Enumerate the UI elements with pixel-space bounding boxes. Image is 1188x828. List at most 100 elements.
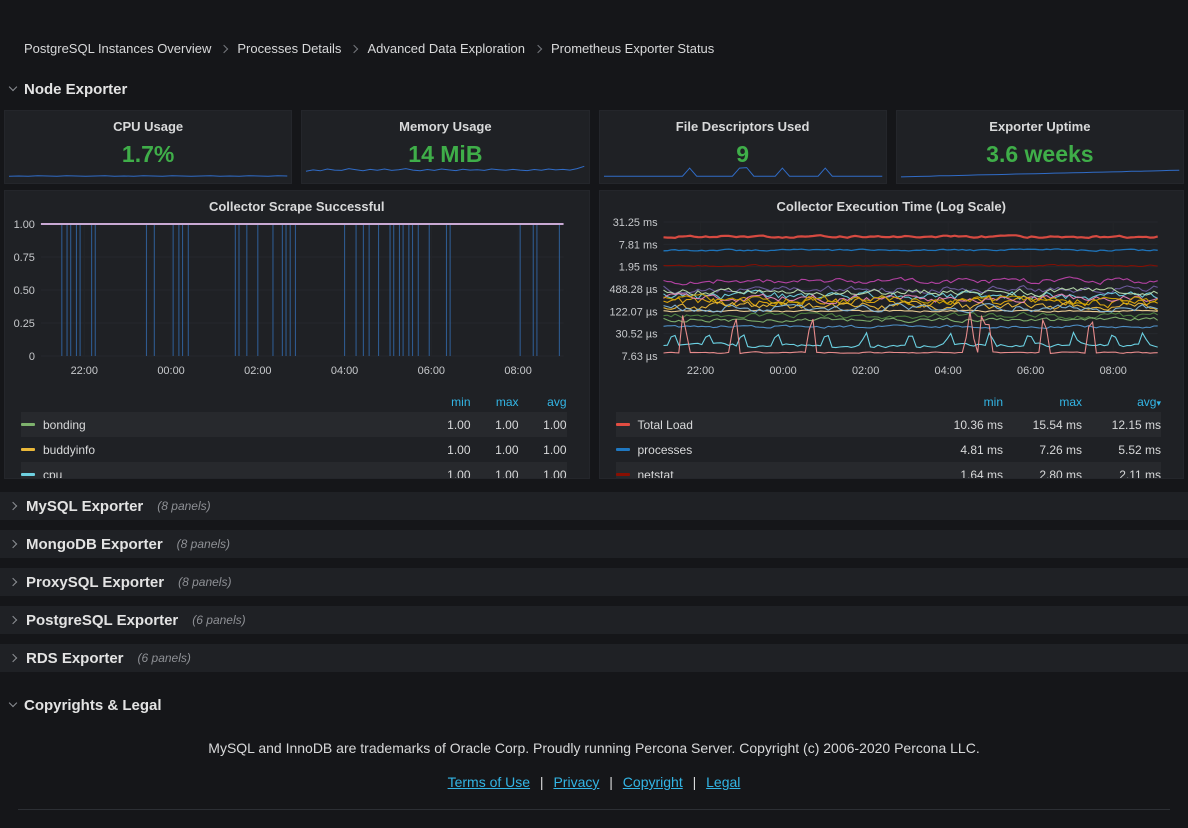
execution-time-chart-plot[interactable]: 31.25 ms7.81 ms1.95 ms488.28 µs122.07 µs… [600, 214, 1184, 390]
panel-title[interactable]: Memory Usage [302, 111, 588, 134]
panel-title[interactable]: File Descriptors Used [600, 111, 886, 134]
legend-header-row: minmaxavg [21, 392, 567, 412]
section-title: Copyrights & Legal [24, 697, 162, 714]
svg-text:488.28 µs: 488.28 µs [609, 284, 658, 296]
legend-value: 1.00 [471, 443, 519, 457]
legend-value: 7.26 ms [1003, 443, 1082, 457]
legend-sort-min[interactable]: min [423, 395, 471, 409]
svg-text:08:00: 08:00 [504, 365, 531, 377]
section-title: MongoDB Exporter [26, 536, 163, 553]
svg-text:1.95 ms: 1.95 ms [618, 262, 657, 274]
svg-text:30.52 µs: 30.52 µs [615, 329, 658, 341]
legend-value: 1.00 [423, 468, 471, 480]
legend-value: 15.54 ms [1003, 418, 1082, 432]
link-separator: | [605, 774, 616, 790]
breadcrumb-item[interactable]: Processes Details [237, 41, 341, 56]
svg-text:04:00: 04:00 [331, 365, 358, 377]
chevron-right-icon [9, 540, 17, 548]
svg-text:06:00: 06:00 [418, 365, 445, 377]
svg-text:00:00: 00:00 [769, 365, 796, 377]
legal-link-copyright[interactable]: Copyright [623, 774, 683, 790]
legend-row: bonding1.001.001.00 [21, 412, 567, 437]
panel-title[interactable]: Collector Scrape Successful [5, 191, 589, 214]
breadcrumb-separator-icon [534, 44, 542, 52]
stat-value: 9 [600, 141, 886, 168]
breadcrumb-item[interactable]: Advanced Data Exploration [367, 41, 525, 56]
series-color-icon [21, 448, 35, 451]
legal-link-legal[interactable]: Legal [706, 774, 740, 790]
link-separator: | [689, 774, 700, 790]
section-panel-count: (6 panels) [138, 651, 191, 665]
section-title: ProxySQL Exporter [26, 574, 164, 591]
svg-text:0: 0 [29, 351, 35, 363]
dashboard: PostgreSQL Instances Overview Processes D… [0, 0, 1188, 828]
legend-sort-min[interactable]: min [924, 395, 1003, 409]
legend-row: netstat1.64 ms2.80 ms2.11 ms [616, 462, 1162, 479]
chevron-right-icon [9, 616, 17, 624]
legal-links: Terms of Use | Privacy | Copyright | Leg… [4, 774, 1184, 790]
panel-title[interactable]: CPU Usage [5, 111, 291, 134]
section-row-postgresql-exporter[interactable]: PostgreSQL Exporter(6 panels) [0, 606, 1188, 634]
svg-text:0.75: 0.75 [14, 252, 35, 264]
series-color-icon [616, 473, 630, 476]
svg-text:00:00: 00:00 [157, 365, 184, 377]
svg-text:0.50: 0.50 [14, 285, 35, 297]
section-header-node-exporter[interactable]: Node Exporter [10, 79, 1184, 99]
section-row-mongodb-exporter[interactable]: MongoDB Exporter (8 panels) [0, 530, 1188, 558]
legend-sort-avg[interactable]: avg▾ [1082, 395, 1161, 409]
legend-sort-max[interactable]: max [1003, 395, 1082, 409]
svg-text:04:00: 04:00 [934, 365, 961, 377]
graph-panel-collector-execution-time-log-scale: Collector Execution Time (Log Scale)31.2… [599, 190, 1185, 479]
section-title: Node Exporter [24, 81, 127, 98]
legal-link-terms-of-use[interactable]: Terms of Use [448, 774, 530, 790]
section-panel-count: (8 panels) [177, 537, 230, 551]
stat-panel-cpu-usage: CPU Usage 1.7% [4, 110, 292, 184]
svg-text:122.07 µs: 122.07 µs [609, 306, 658, 318]
svg-text:22:00: 22:00 [71, 365, 98, 377]
stat-value: 14 MiB [302, 141, 588, 168]
stat-panel-file-descriptors-used: File Descriptors Used 9 [599, 110, 887, 184]
stat-panel-exporter-uptime: Exporter Uptime 3.6 weeks [896, 110, 1184, 184]
legend-row: buddyinfo1.001.001.00 [21, 437, 567, 462]
legend-value: 1.00 [519, 443, 567, 457]
legend-series-name[interactable]: Total Load [638, 418, 693, 432]
breadcrumb-item[interactable]: Prometheus Exporter Status [551, 41, 714, 56]
legal-link-privacy[interactable]: Privacy [553, 774, 599, 790]
section-panel-count: (6 panels) [192, 613, 245, 627]
legend-series-name[interactable]: processes [638, 443, 693, 457]
stat-value: 3.6 weeks [897, 141, 1183, 168]
legend-row: Total Load10.36 ms15.54 ms12.15 ms [616, 412, 1162, 437]
section-row-mysql-exporter[interactable]: MySQL Exporter(8 panels) [0, 492, 1188, 520]
legend-value: 1.00 [471, 468, 519, 480]
graph-panels-row: Collector Scrape Successful 1.00 0.75 0.50 0… [4, 190, 1184, 479]
svg-text:02:00: 02:00 [851, 365, 878, 377]
section-row-rds-exporter[interactable]: RDS Exporter(6 panels) [0, 644, 1188, 672]
legend-value: 1.00 [471, 418, 519, 432]
legend-sort-max[interactable]: max [471, 395, 519, 409]
legend-value: 1.00 [519, 418, 567, 432]
legend-series-name[interactable]: netstat [638, 468, 674, 480]
chevron-down-icon [9, 699, 17, 707]
stat-value: 1.7% [5, 141, 291, 168]
legend: minmaxavg▾ Total Load10.36 ms15.54 ms12.1… [600, 390, 1184, 479]
breadcrumb-separator-icon [350, 44, 358, 52]
legend-value: 1.64 ms [924, 468, 1003, 480]
legend: minmaxavgbonding1.001.001.00buddyinfo1.0… [5, 390, 589, 479]
legend-sort-avg[interactable]: avg [519, 395, 567, 409]
svg-text:7.63 µs: 7.63 µs [621, 351, 657, 363]
copyright-text: MySQL and InnoDB are trademarks of Oracl… [4, 740, 1184, 756]
section-header-copyrights-legal[interactable]: Copyrights & Legal [10, 695, 1184, 715]
scrape-chart-plot[interactable]: 1.000.750.500.25022:0000:0002:0004:0006:… [5, 214, 589, 390]
legend-value: 12.15 ms [1082, 418, 1161, 432]
legend-value: 1.00 [423, 418, 471, 432]
panel-title[interactable]: Exporter Uptime [897, 111, 1183, 134]
legend-series-name[interactable]: cpu [43, 468, 62, 480]
stat-panels-row: CPU Usage 1.7% Memory Usage 14 MiB File Desc… [4, 110, 1184, 184]
panel-title[interactable]: Collector Execution Time (Log Scale) [600, 191, 1184, 214]
chevron-down-icon [9, 83, 17, 91]
breadcrumb-item[interactable]: PostgreSQL Instances Overview [24, 41, 211, 56]
legend-series-name[interactable]: bonding [43, 418, 86, 432]
svg-text:22:00: 22:00 [686, 365, 713, 377]
legend-series-name[interactable]: buddyinfo [43, 443, 95, 457]
section-row-proxysql-exporter[interactable]: ProxySQL Exporter(8 panels) [0, 568, 1188, 596]
